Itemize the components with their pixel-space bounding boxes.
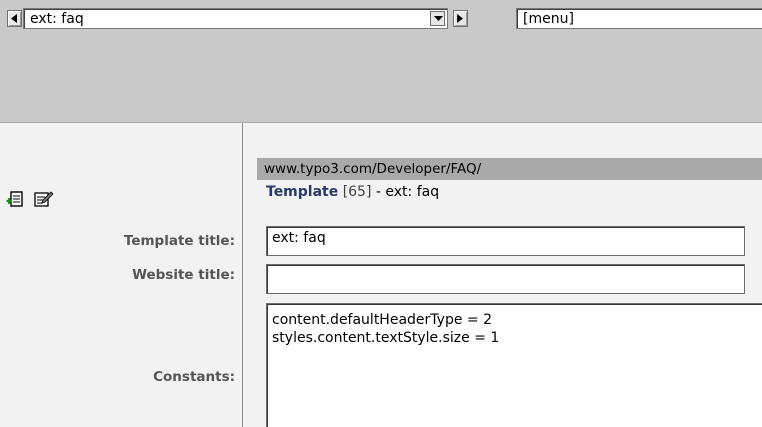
template-heading-label: Template [266, 184, 339, 200]
template-heading-suffix: - ext: faq [371, 184, 440, 200]
edit-record-icon[interactable] [34, 190, 54, 208]
arrow-left-icon [11, 14, 17, 23]
new-record-icon[interactable] [6, 190, 24, 208]
website-title-label: Website title: [132, 267, 235, 283]
constants-value: content.defaultHeaderType = 2 styles.con… [272, 312, 500, 346]
website-title-field[interactable] [266, 264, 745, 294]
template-title-label: Template title: [123, 233, 235, 249]
record-icons [6, 190, 54, 208]
template-select[interactable]: ext: faq [23, 8, 448, 29]
prev-arrow-button[interactable] [7, 10, 22, 27]
template-id: [65] [342, 184, 372, 200]
toolbar: ext: faq [menu] [0, 0, 762, 123]
next-arrow-button[interactable] [453, 10, 468, 27]
chevron-down-icon [434, 16, 443, 21]
template-heading: Template [65] - ext: faq [257, 180, 762, 204]
template-dropdown-button[interactable] [430, 11, 445, 26]
template-title-field[interactable]: ext: faq [266, 226, 745, 256]
menu-select-value: [menu] [523, 11, 574, 27]
template-title-value: ext: faq [272, 230, 326, 246]
arrow-right-icon [457, 14, 463, 23]
template-info: www.typo3.com/Developer/FAQ/ Template [6… [257, 158, 762, 204]
page-path: www.typo3.com/Developer/FAQ/ [257, 158, 762, 180]
menu-select[interactable]: [menu] [516, 8, 762, 29]
constants-textarea[interactable]: content.defaultHeaderType = 2 styles.con… [266, 303, 762, 427]
template-select-value: ext: faq [30, 11, 84, 27]
constants-label: Constants: [153, 369, 235, 385]
